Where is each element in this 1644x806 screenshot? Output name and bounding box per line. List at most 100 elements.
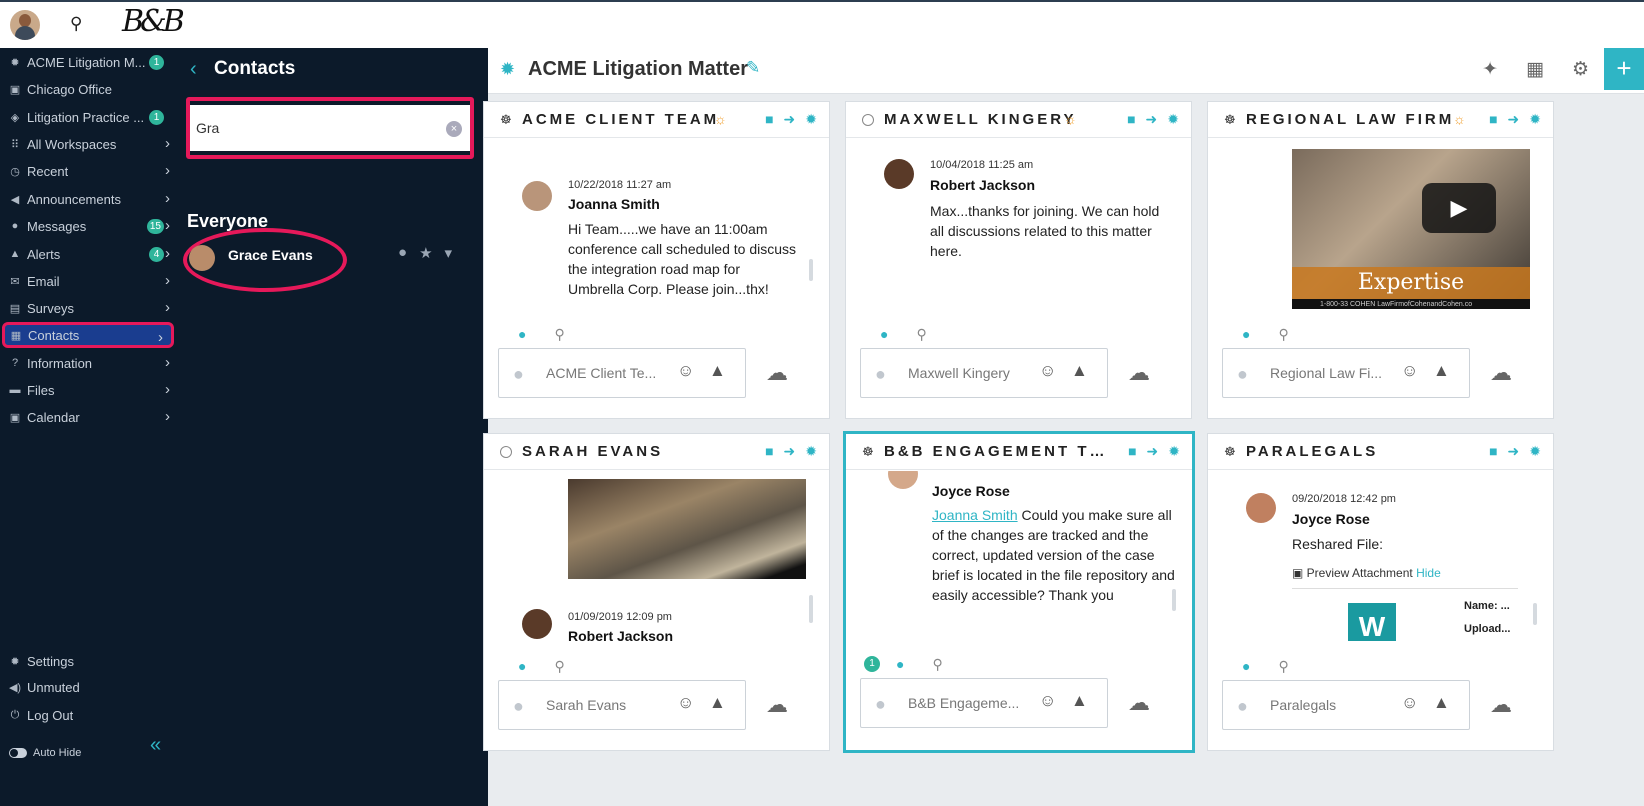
sidebar-item-calendar[interactable]: ▣ Calendar ›: [0, 404, 178, 430]
scrollbar[interactable]: [1533, 603, 1537, 625]
video-icon[interactable]: ■: [1128, 443, 1136, 460]
emoji-icon[interactable]: ☺: [1039, 361, 1056, 381]
arrow-right-icon[interactable]: ➜: [1147, 443, 1159, 460]
search-tab-icon[interactable]: ⚲: [1278, 658, 1288, 675]
arrow-right-icon[interactable]: ➜: [784, 443, 796, 460]
video-icon[interactable]: ■: [1489, 443, 1497, 460]
scrollbar[interactable]: [809, 595, 813, 623]
sidebar-item-surveys[interactable]: ▤ Surveys ›: [0, 295, 178, 321]
alert-triangle-icon[interactable]: ▲: [709, 693, 726, 713]
card-body: 09/20/2018 12:42 pm Joyce Rose Reshared Fi…: [1208, 471, 1553, 641]
arrow-right-icon[interactable]: ➜: [1508, 111, 1520, 128]
cloud-upload-icon[interactable]: ☁: [1128, 690, 1150, 716]
message-compose[interactable]: ● ACME Client Te... ☺ ▲: [498, 348, 746, 398]
mention-link[interactable]: Joanna Smith: [932, 507, 1018, 523]
sidebar-item-alerts[interactable]: ▲ Alerts 4 ›: [0, 241, 178, 267]
search-tab-icon[interactable]: ⚲: [554, 326, 564, 343]
sidebar-footer-log-out[interactable]: ⏻ Log Out: [0, 702, 178, 728]
chat-tab-icon[interactable]: ●: [518, 658, 526, 675]
alert-triangle-icon[interactable]: ▲: [1433, 361, 1450, 381]
video-icon[interactable]: ■: [1489, 111, 1497, 128]
video-icon[interactable]: ■: [1127, 111, 1135, 128]
search-tab-icon[interactable]: ⚲: [554, 658, 564, 675]
sidebar-item-files[interactable]: ▬ Files ›: [0, 377, 178, 403]
sidebar-item-announcements[interactable]: ◀ Announcements ›: [0, 186, 178, 212]
scrollbar[interactable]: [1172, 589, 1176, 611]
back-chevron-icon[interactable]: ‹: [190, 58, 197, 81]
hide-link[interactable]: Hide: [1416, 566, 1441, 580]
video-icon[interactable]: ■: [765, 443, 773, 460]
alert-triangle-icon[interactable]: ▲: [709, 361, 726, 381]
chat-card-regional-law-firm: ☸ REGIONAL LAW FIRM ☼ ■ ➜ ✹ ▶ Expertise 1-800-33…: [1207, 101, 1554, 419]
emoji-icon[interactable]: ☺: [1401, 693, 1418, 713]
gear-icon[interactable]: ✹: [805, 443, 817, 460]
arrow-right-icon[interactable]: ➜: [1508, 443, 1520, 460]
message-compose[interactable]: ● Maxwell Kingery ☺ ▲: [860, 348, 1108, 398]
arrow-right-icon[interactable]: ➜: [784, 111, 796, 128]
new-chat-icon[interactable]: ✦: [1482, 58, 1498, 81]
emoji-icon[interactable]: ☺: [677, 361, 694, 381]
scrollbar[interactable]: [809, 259, 813, 281]
cloud-upload-icon[interactable]: ☁: [766, 360, 788, 386]
message-compose[interactable]: ● Regional Law Fi... ☺ ▲: [1222, 348, 1470, 398]
search-tab-icon[interactable]: ⚲: [916, 326, 926, 343]
message-compose[interactable]: ● Sarah Evans ☺ ▲: [498, 680, 746, 730]
emoji-icon[interactable]: ☺: [1401, 361, 1418, 381]
contact-name[interactable]: Grace Evans: [228, 247, 313, 263]
sidebar-item-acme-litigation-m[interactable]: ✹ ACME Litigation M... 1: [0, 49, 178, 75]
arrow-right-icon[interactable]: ➜: [1146, 111, 1158, 128]
sidebar-item-recent[interactable]: ◷ Recent ›: [0, 158, 178, 184]
cloud-upload-icon[interactable]: ☁: [1490, 360, 1512, 386]
message-compose[interactable]: ● Paralegals ☺ ▲: [1222, 680, 1470, 730]
gear-icon[interactable]: ✹: [1167, 111, 1179, 128]
star-icon[interactable]: ★: [419, 244, 432, 262]
gear-icon[interactable]: ✹: [1529, 111, 1541, 128]
video-icon[interactable]: ■: [765, 111, 773, 128]
message-compose[interactable]: ● B&B Engageme... ☺ ▲: [860, 678, 1108, 728]
sidebar-item-chicago-office[interactable]: ▣ Chicago Office: [0, 76, 178, 102]
sidebar-item-email[interactable]: ✉ Email ›: [0, 268, 178, 294]
chat-tab-icon[interactable]: ●: [896, 656, 904, 673]
contacts-search-input[interactable]: [190, 105, 470, 151]
gear-icon[interactable]: ✹: [1168, 443, 1180, 460]
edit-pencil-icon[interactable]: ✎: [746, 58, 760, 78]
clear-search-icon[interactable]: ×: [446, 121, 462, 137]
sidebar-item-messages[interactable]: ● Messages 15 ›: [0, 213, 178, 239]
sidebar-footer-unmuted[interactable]: ◀) Unmuted: [0, 674, 178, 700]
sidebar-item-litigation-practice[interactable]: ◈ Litigation Practice ... 1: [0, 104, 178, 130]
play-icon[interactable]: ▶: [1422, 183, 1496, 233]
cloud-upload-icon[interactable]: ☁: [1128, 360, 1150, 386]
sidebar-item-information[interactable]: ? Information ›: [0, 350, 178, 376]
shared-image[interactable]: [568, 479, 806, 579]
grid-view-icon[interactable]: ▦: [1526, 58, 1544, 81]
search-icon[interactable]: ⚲: [70, 14, 82, 34]
chat-tab-icon[interactable]: ●: [880, 326, 888, 343]
settings-icon[interactable]: ⚙: [1572, 58, 1589, 81]
search-tab-icon[interactable]: ⚲: [932, 656, 942, 673]
preview-attachment-label[interactable]: Preview Attachment: [1307, 566, 1413, 580]
gear-icon[interactable]: ✹: [1529, 443, 1541, 460]
attachment-thumbnail[interactable]: W: [1348, 603, 1396, 641]
emoji-icon[interactable]: ☺: [677, 693, 694, 713]
gear-icon[interactable]: ✹: [805, 111, 817, 128]
alert-triangle-icon[interactable]: ▲: [1071, 691, 1088, 711]
alert-triangle-icon[interactable]: ▲: [1433, 693, 1450, 713]
chat-icon[interactable]: ●: [398, 244, 407, 262]
collapse-sidebar-icon[interactable]: «: [150, 734, 161, 757]
emoji-icon[interactable]: ☺: [1039, 691, 1056, 711]
chat-tab-icon[interactable]: ●: [1242, 326, 1250, 343]
caret-down-icon[interactable]: ▾: [445, 244, 453, 262]
add-button[interactable]: +: [1604, 48, 1644, 90]
search-tab-icon[interactable]: ⚲: [1278, 326, 1288, 343]
sidebar-item-contacts[interactable]: ▦ Contacts ›: [2, 322, 174, 348]
alert-triangle-icon[interactable]: ▲: [1071, 361, 1088, 381]
cloud-upload-icon[interactable]: ☁: [766, 692, 788, 718]
chat-tab-icon[interactable]: ●: [518, 326, 526, 343]
video-thumbnail[interactable]: ▶ Expertise 1-800-33 COHEN LawFirmofCohena…: [1292, 149, 1530, 309]
card-actions: ■ ➜ ✹: [765, 443, 817, 460]
user-avatar[interactable]: [10, 10, 40, 40]
chat-tab-icon[interactable]: ●: [1242, 658, 1250, 675]
sidebar-footer-settings[interactable]: ✹ Settings: [0, 648, 178, 674]
sidebar-item-all-workspaces[interactable]: ⠿ All Workspaces ›: [0, 131, 178, 157]
cloud-upload-icon[interactable]: ☁: [1490, 692, 1512, 718]
